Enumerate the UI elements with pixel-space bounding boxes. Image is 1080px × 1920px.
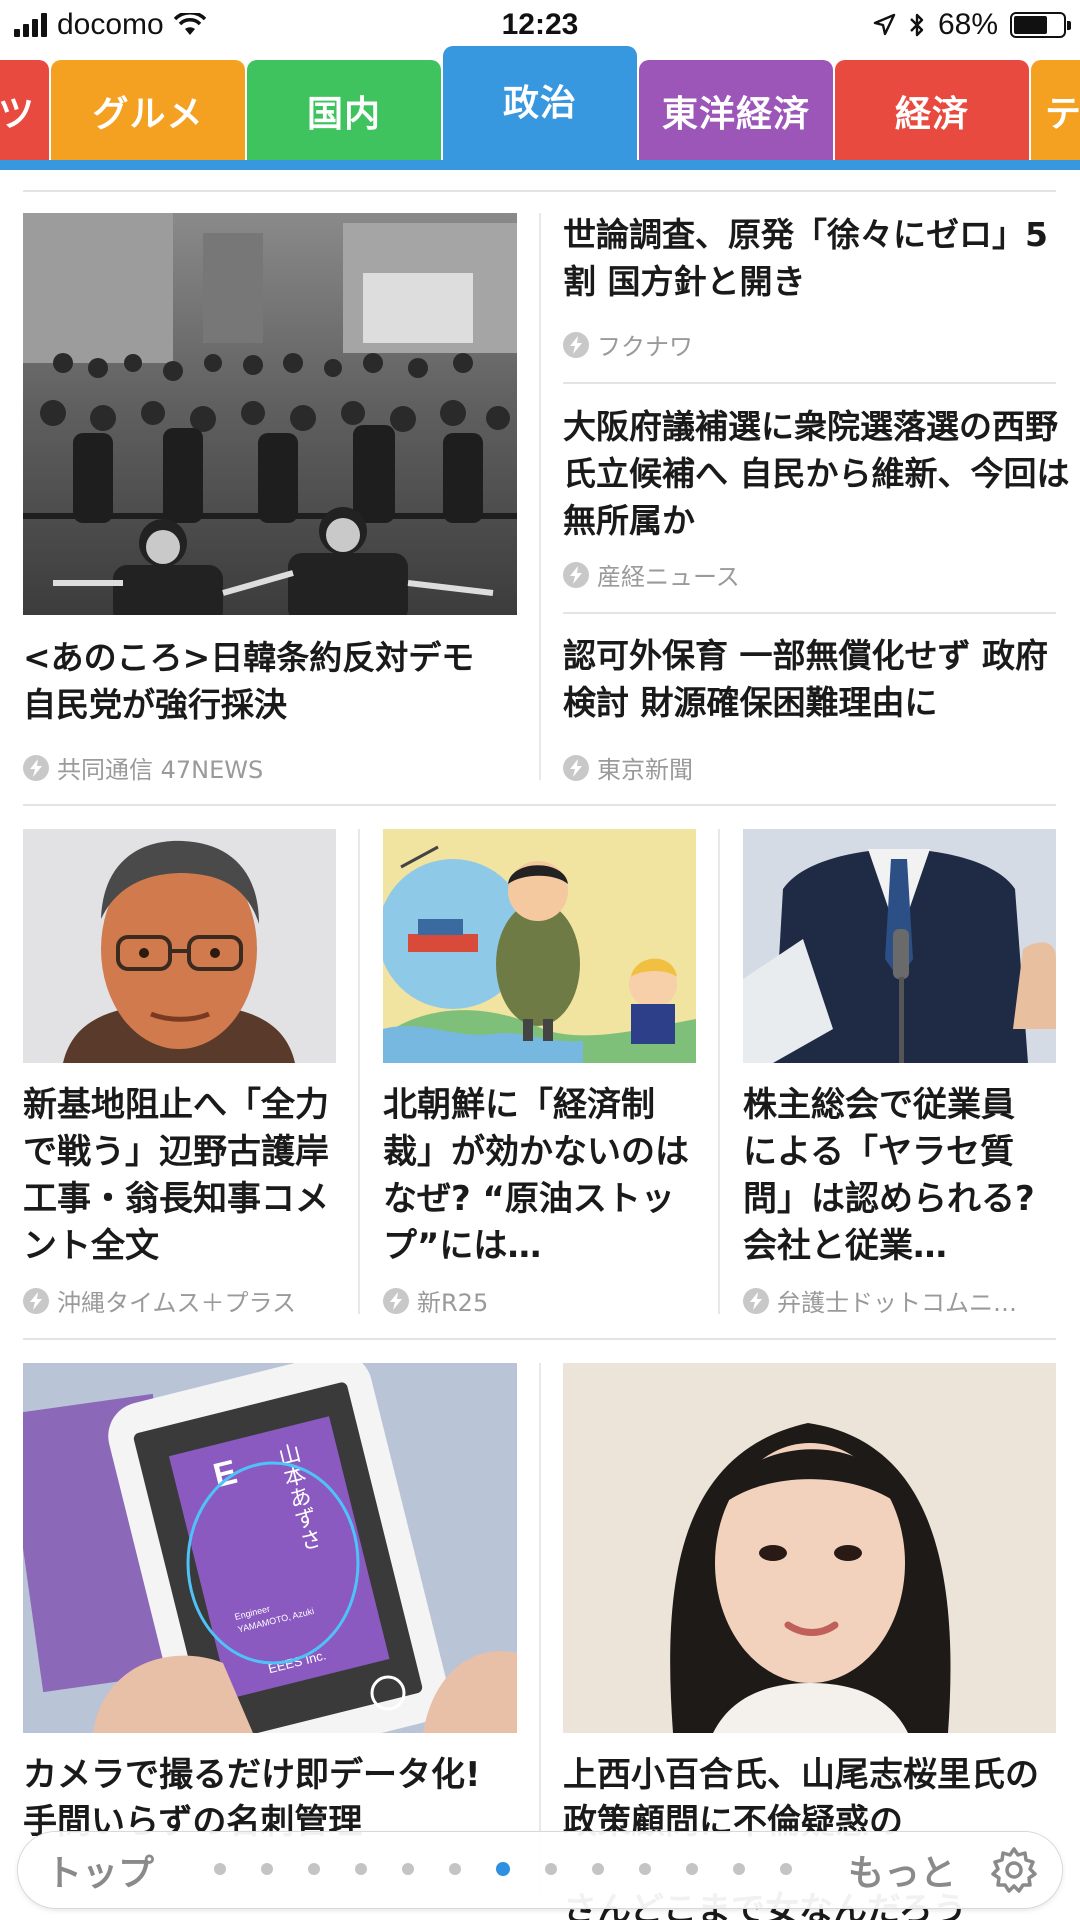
divider xyxy=(23,1338,1056,1340)
bolt-icon xyxy=(563,754,589,781)
portrait-photo xyxy=(23,829,336,1063)
article-source-governor: 沖縄タイムス＋プラス xyxy=(23,1283,336,1318)
article-image-woman[interactable] xyxy=(563,1363,1056,1733)
phone-scan-photo: E 山本あずさ Engineer YAMAMOTO, Azuki EEES In… xyxy=(23,1363,517,1733)
tab-label: 政治 xyxy=(502,83,577,124)
tab-politics[interactable]: 政治 xyxy=(443,46,637,164)
tab-gourmet[interactable]: グルメ xyxy=(51,60,245,162)
article-title-shareholders[interactable]: 株主総会で従業員による「ヤラセ質問」は認められる? 会社と従業… xyxy=(743,1082,1043,1270)
column-divider xyxy=(539,213,541,780)
tab-tech[interactable]: テ xyxy=(1031,60,1080,162)
bolt-icon xyxy=(23,754,49,781)
page-dot[interactable] xyxy=(449,1863,461,1875)
article-title-north-korea[interactable]: 北朝鮮に「経済制裁」が効かないのはなぜ? “原油ストップ”には… xyxy=(383,1082,696,1270)
side-article-title-2[interactable]: 大阪府議補選に衆院選落選の西野氏立候補へ 自民から維新、今回は無所属か xyxy=(563,403,1073,544)
column-divider xyxy=(358,829,360,1314)
featured-article-title[interactable]: <あのころ>日韓条約反対デモ 自民党が強行採決 xyxy=(23,634,517,728)
page-dot[interactable] xyxy=(545,1863,557,1875)
tab-economy[interactable]: 経済 xyxy=(835,60,1029,162)
article-image-governor[interactable] xyxy=(23,829,336,1063)
side-article-source-3: 東京新聞 xyxy=(563,750,1056,785)
battery-fill xyxy=(1014,16,1047,34)
side-article-source-1: フクナワ xyxy=(563,327,1056,362)
tab-toyo-keizai[interactable]: 東洋経済 xyxy=(639,60,833,162)
cartoon-illustration xyxy=(383,829,696,1063)
article-title-governor[interactable]: 新基地阻止へ「全力で戦う」辺野古護岸工事・翁長知事コメント全文 xyxy=(23,1082,343,1270)
page-dot[interactable] xyxy=(733,1863,745,1875)
divider xyxy=(563,382,1056,384)
tab-label: 国内 xyxy=(306,94,381,135)
page-dot[interactable] xyxy=(355,1863,367,1875)
article-image-shareholders[interactable] xyxy=(743,829,1056,1063)
bolt-icon xyxy=(563,561,589,588)
more-button[interactable]: もっと xyxy=(848,1844,956,1896)
bottom-nav-bar: トップ もっと xyxy=(18,1832,1062,1908)
page-dot[interactable] xyxy=(402,1863,414,1875)
status-right: 68% xyxy=(872,8,1071,42)
battery-icon xyxy=(1010,12,1071,38)
divider xyxy=(563,612,1056,614)
tab-domestic[interactable]: 国内 xyxy=(247,60,441,162)
page-dot[interactable] xyxy=(214,1863,226,1875)
status-bar: docomo 12:23 68% xyxy=(0,0,1080,52)
protest-photo xyxy=(23,213,517,615)
top-button[interactable]: トップ xyxy=(46,1844,154,1896)
page-dot[interactable] xyxy=(780,1863,792,1875)
gear-icon[interactable] xyxy=(988,1844,1040,1896)
bolt-icon xyxy=(23,1287,49,1314)
tab-label: 東洋経済 xyxy=(661,94,810,135)
woman-portrait-photo xyxy=(563,1363,1056,1733)
divider xyxy=(23,804,1056,806)
tab-underline xyxy=(0,160,1080,170)
page-indicator[interactable] xyxy=(214,1862,792,1876)
source-label: 弁護士ドットコムニ… xyxy=(777,1289,1017,1317)
side-article-source-2: 産経ニュース xyxy=(563,557,1056,592)
page-dot[interactable] xyxy=(639,1863,651,1875)
source-label: 沖縄タイムス＋プラス xyxy=(57,1289,297,1317)
source-label: 新R25 xyxy=(417,1289,489,1317)
bolt-icon xyxy=(383,1287,409,1314)
source-label: 共同通信 47NEWS xyxy=(57,756,264,784)
bolt-icon xyxy=(743,1287,769,1314)
article-source-shareholders: 弁護士ドットコムニ… xyxy=(743,1283,1056,1318)
article-source-north-korea: 新R25 xyxy=(383,1283,696,1318)
divider xyxy=(23,190,1056,192)
page-dot-active[interactable] xyxy=(496,1862,510,1876)
battery-percent: 68% xyxy=(937,8,998,41)
article-image-business-card[interactable]: E 山本あずさ Engineer YAMAMOTO, Azuki EEES In… xyxy=(23,1363,517,1733)
page-dot[interactable] xyxy=(686,1863,698,1875)
page-dot[interactable] xyxy=(261,1863,273,1875)
tab-label: テ xyxy=(1045,94,1080,135)
location-arrow-icon xyxy=(873,13,896,36)
featured-article-image[interactable] xyxy=(23,213,517,615)
source-label: 東京新聞 xyxy=(597,756,693,784)
article-image-north-korea[interactable] xyxy=(383,829,696,1063)
source-label: 産経ニュース xyxy=(597,563,740,591)
source-label: フクナワ xyxy=(597,333,693,361)
bluetooth-icon xyxy=(910,13,924,37)
bolt-icon xyxy=(563,331,589,358)
tab-label: 経済 xyxy=(894,94,969,135)
tab-sports[interactable]: ツ xyxy=(0,60,49,162)
side-article-title-1[interactable]: 世論調査、原発「徐々にゼロ」5割 国方針と開き xyxy=(563,211,1056,305)
featured-article-source: 共同通信 47NEWS xyxy=(23,750,517,785)
side-article-title-3[interactable]: 認可外保育 一部無償化せず 政府検討 財源確保困難理由に xyxy=(563,632,1056,726)
column-divider xyxy=(718,829,720,1314)
page-dot[interactable] xyxy=(592,1863,604,1875)
tab-label: グルメ xyxy=(92,94,204,135)
tab-label: ツ xyxy=(0,94,35,135)
speaker-photo xyxy=(743,829,1056,1063)
category-tab-bar: ツ グルメ 国内 政治 東洋経済 経済 テ xyxy=(0,46,1080,170)
page-dot[interactable] xyxy=(308,1863,320,1875)
